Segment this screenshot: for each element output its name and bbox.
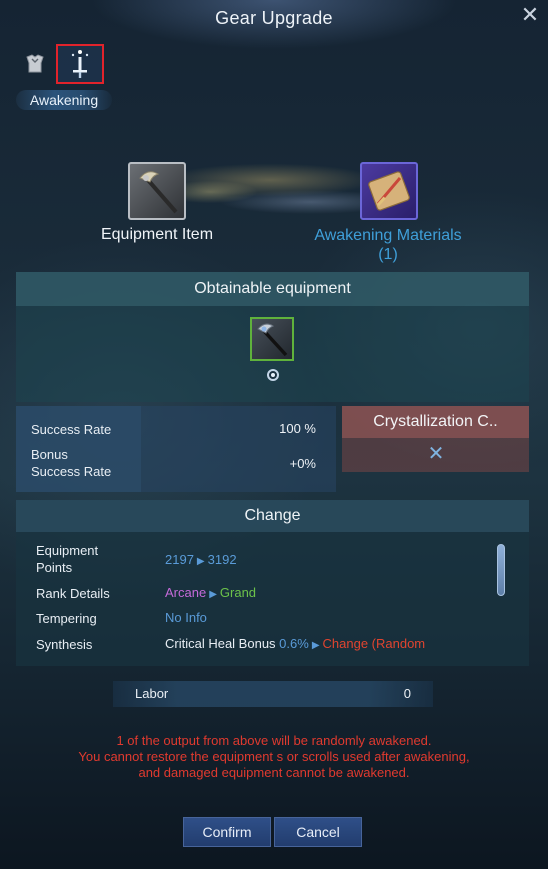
awakening-tab-label: Awakening [16,90,112,110]
staff-weapon-icon [139,171,178,214]
bonus-label-line2: Success Rate [31,464,112,479]
rank-details-label: Rank Details [36,586,110,601]
equipment-points-to: 3192 [207,552,237,567]
equipment-points-value: 2197 ▶ 3192 [165,552,237,567]
window-title: Gear Upgrade [215,8,333,28]
equipment-points-label: Equipment Points [36,542,98,576]
arrow-right-icon: ▶ [311,640,320,651]
change-panel: Change Equipment Points 2197 ▶ 3192 Rank D… [16,500,529,666]
warning-line3: and damaged equipment cannot be awakened… [138,765,410,780]
tempering-value: No Info [165,610,207,625]
armor-icon [26,54,44,73]
synthesis-to: Change (Random [322,636,426,651]
success-rate-label: Success Rate [31,422,112,437]
crystallization-remove-icon[interactable]: ✕ [426,444,446,464]
crystallization-title: Crystallization C.. [342,406,529,438]
change-title: Change [16,500,529,532]
obtainable-equipment-title: Obtainable equipment [16,272,529,306]
awakening-sword-icon [71,50,89,78]
equipment-item-slot[interactable] [128,162,186,220]
rank-details-value: Arcane ▶ Grand [165,585,256,600]
synthesis-stat: Critical Heal Bonus [165,636,276,651]
scroll-sword-icon [368,171,410,211]
equipment-points-from: 2197 [165,552,194,567]
rank-from: Arcane [165,585,207,600]
equipment-points-label-line1: Equipment [36,543,99,558]
awakening-warning: 1 of the output from above will be rando… [0,733,548,781]
bonus-success-rate-value: +0% [289,456,316,471]
labor-label: Labor [135,686,169,701]
staff-weapon-icon [257,323,288,357]
success-rate-value: 100 % [279,421,316,436]
bonus-label-line1: Bonus [31,447,68,462]
bonus-success-rate-label: Bonus Success Rate [31,446,111,480]
crystallization-panel: Crystallization C.. ✕ [342,406,529,472]
change-scrollbar[interactable] [497,544,505,596]
obtainable-equipment-panel: Obtainable equipment [16,272,529,402]
cancel-button[interactable]: Cancel [274,817,362,847]
awakening-tab[interactable] [56,44,104,84]
arrow-right-icon: ▶ [209,589,217,600]
page-indicator-dot[interactable] [267,369,279,381]
synthesis-label: Synthesis [36,637,93,652]
success-rate-panel: Success Rate 100 % Bonus Success Rate +0… [16,406,336,492]
equipment-item-label: Equipment Item [100,226,214,243]
confirm-button[interactable]: Confirm [183,817,271,847]
awakening-materials-text: Awakening Materials [314,227,462,244]
awakening-materials-slot[interactable] [360,162,418,220]
close-icon[interactable]: ✕ [518,4,542,28]
awakening-materials-count: (1) [378,246,398,263]
arrow-right-icon: ▶ [196,556,205,567]
tempering-label: Tempering [36,611,97,626]
awakening-materials-label: Awakening Materials (1) [300,226,476,264]
synthesis-from: 0.6% [279,636,309,651]
labor-value: 0 [403,686,411,701]
warning-line1: 1 of the output from above will be rando… [116,733,432,748]
rank-to: Grand [219,585,257,600]
synthesis-value: Critical Heal Bonus 0.6% ▶ Change (Random [165,636,425,651]
labor-bar: Labor 0 [113,681,433,707]
armor-tab[interactable] [21,50,49,78]
gear-upgrade-window: Gear Upgrade ✕ Awakening Equipment Item … [0,0,548,869]
warning-line2: You cannot restore the equipment s or sc… [78,749,470,764]
equipment-points-label-line2: Points [36,560,73,575]
obtainable-item-slot[interactable] [250,317,294,361]
